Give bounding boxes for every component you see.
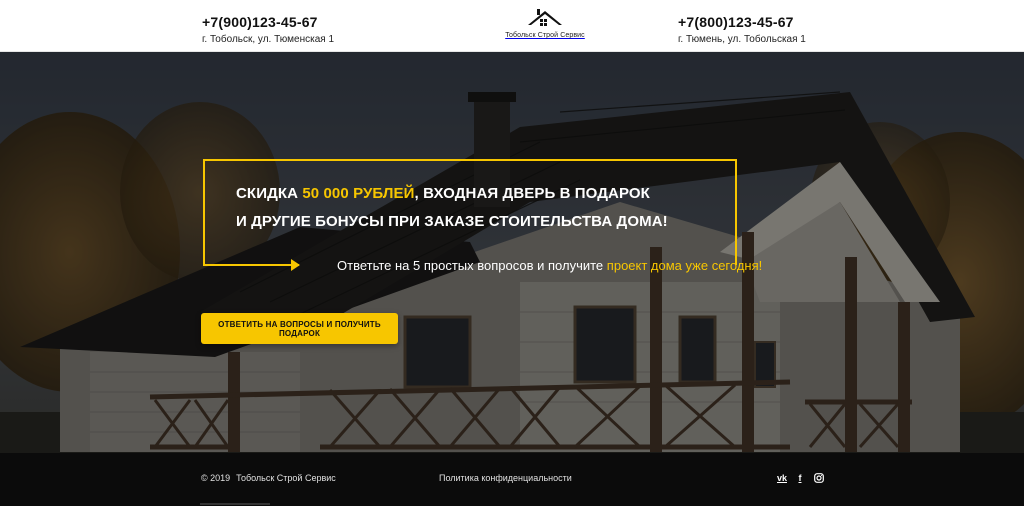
phone-link-left[interactable]: +7(900)123-45-67 (202, 14, 334, 31)
logo-name: Тобольск Строй Сервис (505, 32, 585, 39)
promo-frame-bottom (203, 264, 299, 266)
promo-headline: Скидка 50 000 рублей, входная дверь в по… (236, 180, 668, 236)
instagram-icon[interactable] (813, 471, 825, 485)
contact-right: +7(800)123-45-67 г. Тюмень, ул. Тобольск… (678, 14, 806, 46)
address-left: г. Тобольск, ул. Тюменская 1 (202, 34, 335, 45)
headline-suffix: , входная дверь в подарок (414, 185, 650, 202)
headline-line-1: Скидка 50 000 рублей, входная дверь в по… (236, 180, 668, 208)
house-roof-icon (528, 9, 562, 26)
copyright-company: Тобольск Строй Сервис (236, 473, 336, 483)
logo[interactable]: Тобольск Строй Сервис (490, 6, 600, 46)
headline-prefix: Скидка (236, 185, 299, 202)
phone-link-right[interactable]: +7(800)123-45-67 (678, 14, 806, 31)
facebook-icon[interactable]: f (795, 471, 805, 485)
headline-line-2: и другие бонусы при заказе стоительства … (236, 213, 668, 230)
site-header: +7(900)123-45-67 г. Тобольск, ул. Тюменс… (0, 0, 1024, 52)
copyright: © 2019 Тобольск Строй Сервис (201, 473, 336, 483)
promo-subline: Ответьте на 5 простых вопросов и получит… (337, 258, 762, 274)
quiz-cta-button[interactable]: Ответить на вопросы и получить подарок (201, 313, 398, 344)
site-footer: © 2019 Тобольск Строй Сервис Политика кон… (0, 453, 1024, 506)
privacy-policy-link[interactable]: Политика конфиденциальности (439, 473, 572, 483)
footer-divider (200, 503, 270, 505)
subline-text: Ответьте на 5 простых вопросов и получит… (337, 258, 604, 273)
copyright-year: © 2019 (201, 473, 231, 483)
arrow-right-icon (291, 259, 300, 271)
address-right: г. Тюмень, ул. Тобольская 1 (678, 34, 806, 45)
subline-accent: проект дома уже сегодня! (606, 258, 763, 273)
discount-amount: 50 000 рублей (302, 185, 415, 202)
vk-icon[interactable]: vk (774, 471, 790, 485)
contact-left: +7(900)123-45-67 г. Тобольск, ул. Тюменс… (202, 14, 334, 46)
instagram-glyph (814, 473, 824, 483)
